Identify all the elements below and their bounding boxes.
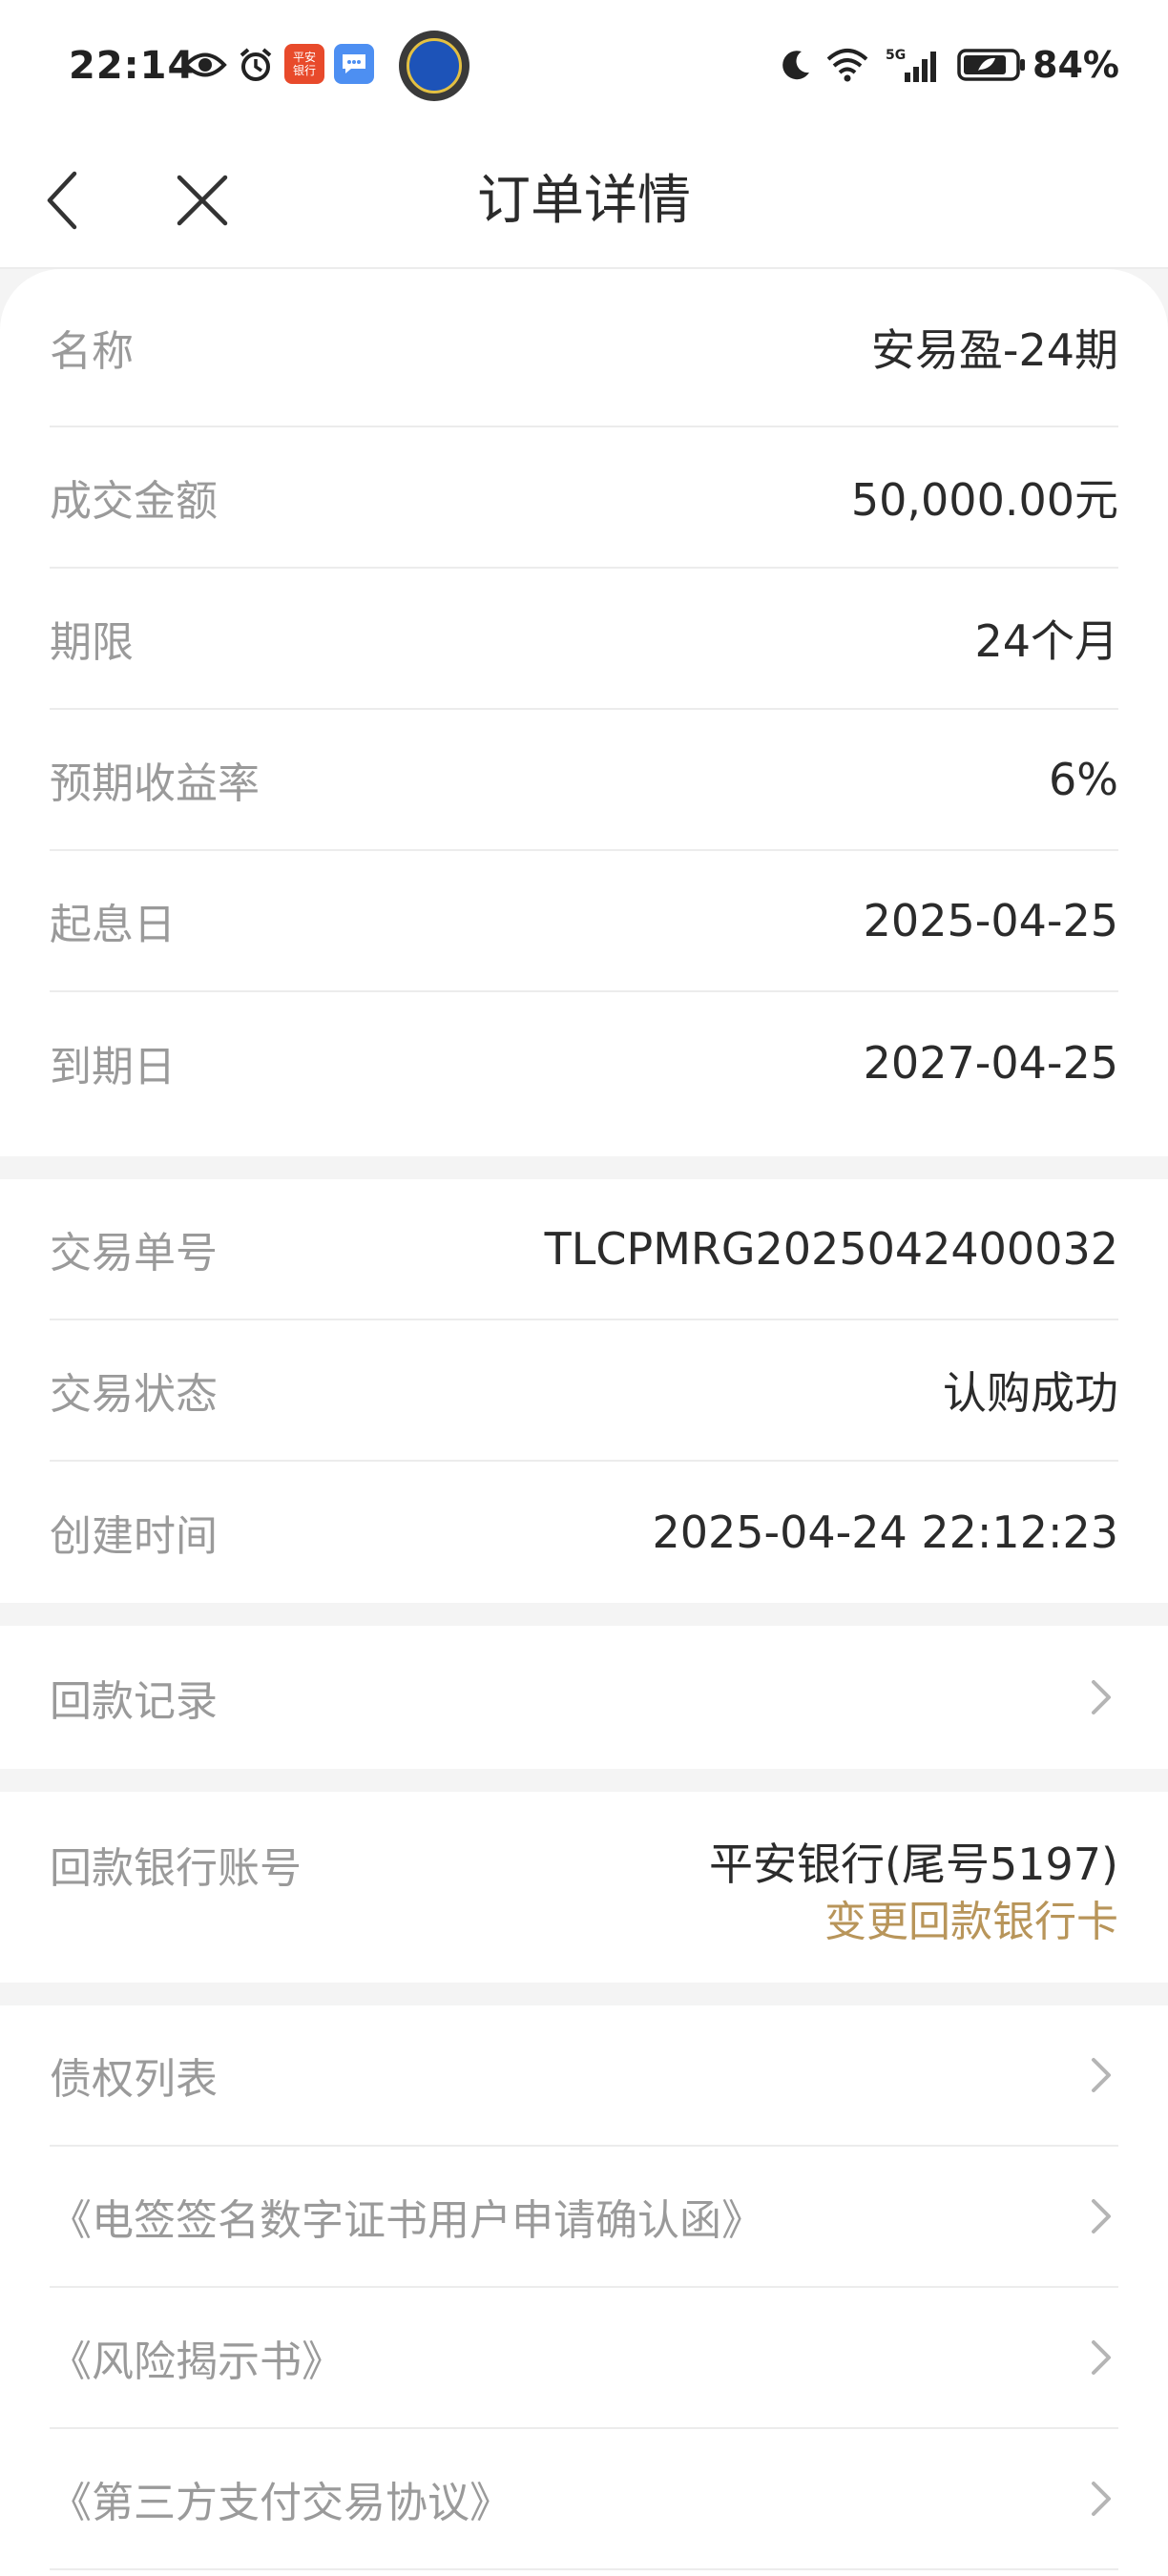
start-date-value: 2025-04-25 [863,895,1118,946]
created-time-value: 2025-04-24 22:12:23 [652,1506,1118,1558]
status-bar: 22:14 平安 银行 5G 84% [0,0,1168,134]
row-start-date: 起息日 2025-04-25 [50,851,1118,992]
amount-value: 50,000.00元 [850,474,1118,526]
name-label: 名称 [50,327,134,376]
chevron-right-icon [1092,2058,1111,2092]
document-label: 《风险揭示书》 [50,2337,344,2386]
row-transaction-status: 交易状态 认购成功 [50,1320,1118,1462]
document-label: 《第三方支付交易协议》 [50,2479,511,2527]
transaction-number-value: TLCPMRG2025042400032 [544,1223,1118,1275]
row-amount: 成交金额 50,000.00元 [50,427,1118,569]
alarm-icon [236,44,276,86]
document-link-third-party-payment[interactable]: 《第三方支付交易协议》 [50,2429,1118,2570]
transaction-status-value: 认购成功 [943,1367,1118,1419]
document-label: 债权列表 [50,2055,218,2104]
repayment-records-link[interactable]: 回款记录 [50,1626,1118,1769]
chevron-right-icon [1092,2482,1111,2516]
transaction-status-label: 交易状态 [50,1370,218,1419]
document-link-certificate-confirmation[interactable]: 《电签签名数字证书用户申请确认函》 [50,2147,1118,2288]
row-created-time: 创建时间 2025-04-24 22:12:23 [50,1462,1118,1603]
transaction-number-label: 交易单号 [50,1229,218,1278]
eye-icon [181,44,229,86]
chevron-right-icon [1092,2199,1111,2233]
document-link-creditor-list[interactable]: 债权列表 [50,2005,1118,2147]
battery-percentage: 84% [1032,44,1119,86]
change-bank-card-link[interactable]: 变更回款银行卡 [824,1887,1118,1948]
row-name: 名称 安易盈-24期 [50,269,1118,427]
row-end-date: 到期日 2027-04-25 [50,992,1118,1133]
navigation-bar: 订单详情 [0,134,1168,269]
avatar [399,31,469,101]
name-value: 安易盈-24期 [870,324,1118,376]
repayment-bank-row: 回款银行账号 平安银行(尾号5197) 变更回款银行卡 [50,1792,1118,1983]
row-rate: 预期收益率 6% [50,710,1118,851]
start-date-label: 起息日 [50,901,176,949]
svg-text:5G: 5G [886,48,906,63]
chevron-right-icon [1092,1680,1111,1714]
repayment-records-section: 回款记录 [0,1626,1168,1769]
status-time: 22:14 [69,44,196,88]
order-detail-content: 名称 安易盈-24期 成交金额 50,000.00元 期限 24个月 预期收益率… [0,269,1168,2576]
documents-section: 债权列表 《电签签名数字证书用户申请确认函》 《风险揭示书》 《第三方支付交易协… [0,2005,1168,2576]
row-term: 期限 24个月 [50,569,1118,710]
pingan-bank-app-icon: 平安 银行 [284,44,324,84]
bank-account-label: 回款银行账号 [50,1844,302,1893]
rate-value: 6% [1049,754,1118,805]
chevron-right-icon [1092,2340,1111,2375]
bank-account-value: 平安银行(尾号5197) [709,1839,1118,1890]
wifi-icon [823,44,876,86]
end-date-label: 到期日 [50,1043,176,1091]
signal-5g-icon: 5G [882,44,945,86]
end-date-value: 2027-04-25 [863,1037,1118,1089]
page-title: 订单详情 [477,170,691,232]
document-link-risk-disclosure[interactable]: 《风险揭示书》 [50,2288,1118,2429]
battery-icon [954,44,1031,86]
term-label: 期限 [50,618,134,667]
document-label: 《电签签名数字证书用户申请确认函》 [50,2196,763,2245]
amount-label: 成交金额 [50,477,218,526]
transaction-section: 交易单号 TLCPMRG2025042400032 交易状态 认购成功 创建时间… [0,1179,1168,1603]
message-icon [334,44,374,84]
rate-label: 预期收益率 [50,759,260,808]
created-time-label: 创建时间 [50,1512,218,1561]
row-transaction-number: 交易单号 TLCPMRG2025042400032 [50,1179,1118,1320]
repayment-records-label: 回款记录 [50,1677,218,1726]
term-value: 24个月 [974,615,1118,667]
order-info-section: 名称 安易盈-24期 成交金额 50,000.00元 期限 24个月 预期收益率… [0,269,1168,1156]
moon-icon [775,44,817,86]
repayment-bank-section: 回款银行账号 平安银行(尾号5197) 变更回款银行卡 [0,1792,1168,1983]
